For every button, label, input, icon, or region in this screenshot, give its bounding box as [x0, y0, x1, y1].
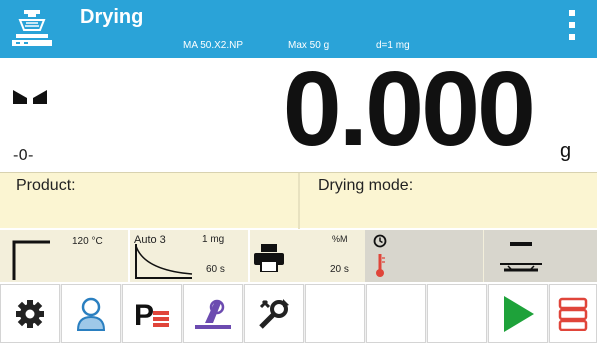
mass-unit[interactable]: g: [560, 140, 571, 163]
balance-logo-icon: [12, 10, 52, 46]
app-title: Drying: [80, 6, 144, 28]
drying-mode-field[interactable]: Drying mode:: [302, 173, 597, 229]
empty-button-3[interactable]: [427, 284, 487, 343]
drying-temperature: 120 °C: [72, 236, 103, 247]
drying-mode-label: Drying mode:: [318, 177, 414, 194]
thermometer-icon: [376, 254, 385, 277]
finish-time: 60 s: [206, 264, 225, 275]
info-fields: Product: Drying mode:: [0, 172, 597, 229]
print-unit: %M: [332, 234, 348, 244]
product-database-button[interactable]: P: [122, 284, 182, 343]
stability-indicator-icon: [13, 90, 47, 104]
product-field[interactable]: Product:: [0, 173, 300, 229]
calibration-button[interactable]: [183, 284, 243, 343]
finish-mode: Auto 3: [134, 234, 166, 246]
settings-gear-icon: [16, 299, 44, 328]
printer-icon: [254, 244, 284, 272]
database-records-button[interactable]: [549, 284, 597, 343]
auto-finish-curve-icon: [135, 244, 193, 279]
print-interval: 20 s: [330, 264, 349, 275]
user-button[interactable]: [61, 284, 121, 343]
user-icon: [76, 297, 106, 331]
drying-parameters: 120 °C Auto 3 1 mg 60 s %M 20 s: [0, 230, 597, 282]
product-label: Product:: [16, 177, 76, 194]
weighing-display: -0- 0.000 g: [0, 50, 597, 172]
finish-mode-widget[interactable]: Auto 3 1 mg 60 s: [130, 230, 248, 282]
finish-mass: 1 mg: [202, 234, 225, 245]
svg-text:P: P: [134, 299, 154, 331]
product-database-icon: P: [134, 299, 169, 331]
weighing-pan-icon: [500, 242, 542, 272]
empty-button-1[interactable]: [305, 284, 365, 343]
calibration-icon: [195, 299, 231, 329]
settings-button[interactable]: [0, 284, 60, 343]
start-play-icon: [504, 295, 534, 332]
tools-icon: [259, 298, 289, 329]
standard-profile-icon: [12, 240, 50, 280]
timer-temperature-widget[interactable]: [365, 230, 483, 282]
zero-indicator-icon: -0-: [13, 146, 34, 164]
mass-readout: 0.000: [282, 50, 536, 168]
timer-icon: [373, 234, 387, 248]
pan-status-widget[interactable]: [484, 230, 597, 282]
kebab-menu-icon[interactable]: [562, 10, 582, 50]
tools-button[interactable]: [244, 284, 304, 343]
empty-button-2[interactable]: [366, 284, 426, 343]
bottom-toolbar: P: [0, 284, 597, 343]
database-records-icon: [558, 297, 588, 331]
printout-widget[interactable]: %M 20 s: [250, 230, 364, 282]
temperature-profile-widget[interactable]: 120 °C: [0, 230, 128, 282]
start-drying-button[interactable]: [488, 284, 548, 343]
balance-model: MA 50.X2.NP: [183, 40, 244, 51]
